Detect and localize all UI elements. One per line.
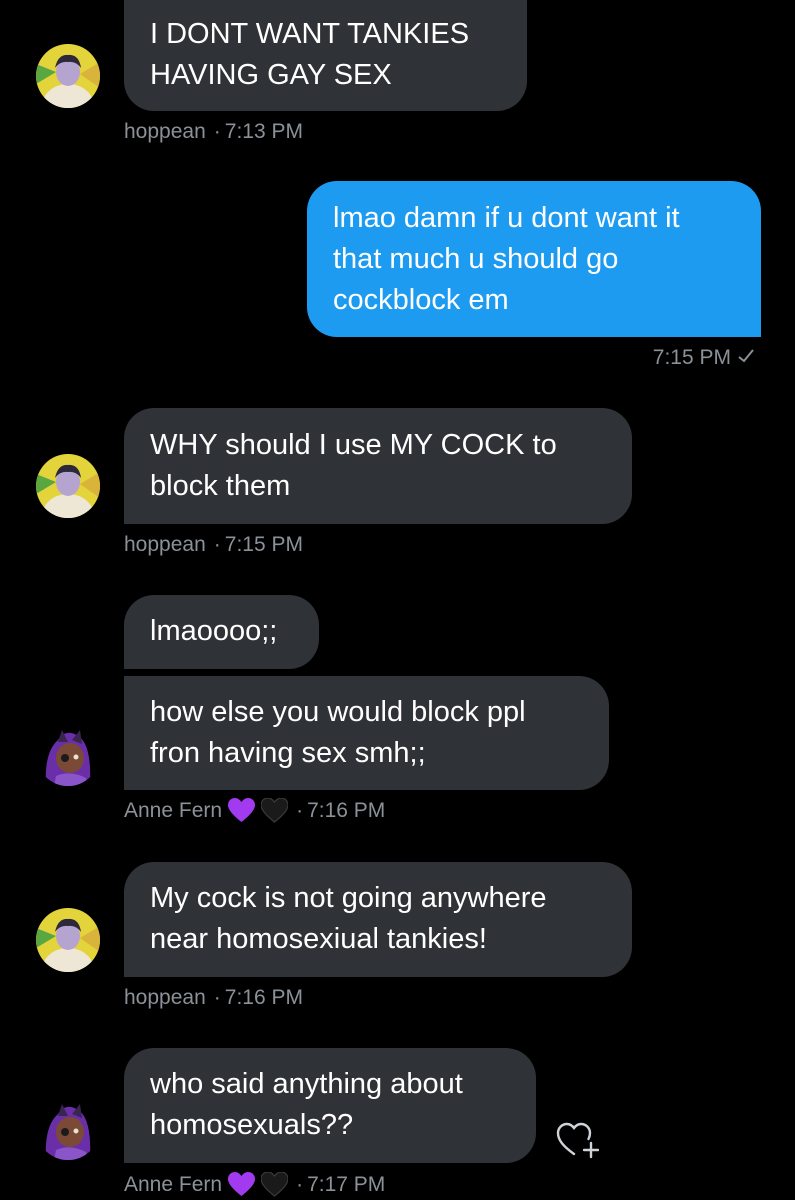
avatar[interactable] [36,44,100,108]
sender-name[interactable]: hoppean [124,986,206,1010]
message-text: WHY should I use MY COCK to block them [150,429,557,502]
sender-name[interactable]: Anne Fern [124,799,222,823]
message-meta: hoppean · 7:13 PM [124,120,303,144]
message-bubble[interactable]: My cock is not going anywhere near homos… [124,862,632,977]
separator: · [213,986,221,1009]
timestamp: 7:17 PM [307,1172,386,1196]
message-text: lmao damn if u dont want it that much u … [333,202,680,316]
avatar[interactable] [36,1096,100,1160]
message-bubble[interactable]: who said anything about homosexuals?? [124,1048,536,1163]
message-meta: Anne Fern · 7:17 PM [124,1172,385,1197]
separator: · [213,120,221,143]
avatar[interactable] [36,908,100,972]
message-meta: Anne Fern · 7:16 PM [124,798,385,823]
black-heart-icon [261,798,289,823]
separator: · [213,533,221,556]
message-meta: 7:15 PM [653,346,755,370]
timestamp: 7:15 PM [652,346,731,369]
sender-name[interactable]: Anne Fern [124,1173,222,1197]
timestamp: 7:13 PM [224,120,303,143]
message-meta: hoppean · 7:16 PM [124,986,303,1010]
message-text: who said anything about homosexuals?? [150,1068,463,1141]
message-bubble[interactable]: I DONT WANT TANKIES HAVING GAY SEX [124,0,527,111]
heart-plus-icon[interactable] [555,1117,600,1161]
avatar[interactable] [36,454,100,518]
message-bubble[interactable]: lmaoooo;; [124,595,319,669]
timestamp: 7:16 PM [307,798,386,822]
message-text: My cock is not going anywhere near homos… [150,882,547,955]
purple-heart-icon [228,798,256,823]
message-text: how else you would block ppl fron having… [150,696,526,769]
message-text: I DONT WANT TANKIES HAVING GAY SEX [150,18,470,91]
message-text: lmaoooo;; [150,615,278,647]
avatar[interactable] [36,722,100,786]
timestamp: 7:16 PM [224,986,303,1009]
message-bubble[interactable]: how else you would block ppl fron having… [124,676,609,790]
message-bubble-outgoing[interactable]: lmao damn if u dont want it that much u … [307,181,761,337]
timestamp: 7:15 PM [224,533,303,556]
separator: · [296,1172,304,1196]
check-icon [737,346,755,370]
message-meta: hoppean · 7:15 PM [124,533,303,557]
separator: · [296,798,304,822]
purple-heart-icon [228,1172,256,1197]
sender-name[interactable]: hoppean [124,120,206,144]
black-heart-icon [261,1172,289,1197]
message-bubble[interactable]: WHY should I use MY COCK to block them [124,408,632,524]
sender-name[interactable]: hoppean [124,533,206,557]
